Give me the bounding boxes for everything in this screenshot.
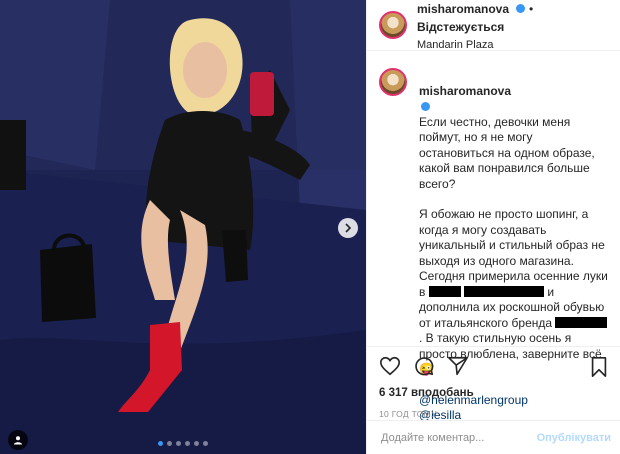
carousel-indicator (158, 441, 208, 446)
redacted-block (428, 285, 461, 297)
bookmark-icon[interactable] (589, 356, 609, 378)
carousel-dot (185, 441, 190, 446)
post-location[interactable]: Mandarin Plaza (417, 39, 620, 51)
comment-input[interactable] (379, 430, 537, 445)
caption-username[interactable]: misharomanova (419, 84, 511, 98)
carousel-dot (176, 441, 181, 446)
tag-user-icon (14, 436, 22, 445)
carousel-dot (158, 441, 163, 446)
comment-icon[interactable] (413, 355, 435, 377)
post-photo[interactable] (0, 0, 366, 454)
share-icon[interactable] (447, 355, 469, 377)
next-photo-button[interactable] (338, 218, 358, 238)
author-username[interactable]: misharomanova (417, 2, 509, 16)
chevron-right-icon (345, 223, 352, 233)
carousel-dot (194, 441, 199, 446)
tagged-users-button[interactable] (8, 430, 28, 450)
carousel-dot (167, 441, 172, 446)
post-actions: 6 317 вподобань 10 ГОД ТОМУ (367, 346, 620, 419)
verified-badge-icon (421, 102, 430, 112)
caption-intro-paragraph: misharomanova Если честно, девочки меня … (419, 68, 609, 192)
heart-icon[interactable] (379, 355, 401, 377)
redacted-block (555, 316, 608, 328)
carousel-dot (203, 441, 208, 446)
add-comment-bar: Опублікувати (367, 420, 620, 454)
separator: • (528, 1, 534, 16)
redacted-block (464, 285, 545, 297)
caption-intro-text: Если честно, девочки меня поймут, но я н… (419, 114, 595, 191)
post-details-panel: misharomanova • Відстежується Mandarin P… (366, 0, 620, 454)
photo-illustration (0, 0, 366, 454)
post-timestamp[interactable]: 10 ГОД ТОМУ (379, 409, 609, 419)
publish-button[interactable]: Опублікувати (537, 432, 611, 444)
post-header: misharomanova • Відстежується Mandarin P… (367, 0, 620, 51)
likes-count[interactable]: 6 317 вподобань (379, 387, 609, 399)
avatar[interactable] (379, 11, 407, 39)
following-button[interactable]: Відстежується (417, 20, 504, 34)
caption-avatar[interactable] (379, 68, 407, 96)
verified-badge-icon (515, 3, 525, 13)
